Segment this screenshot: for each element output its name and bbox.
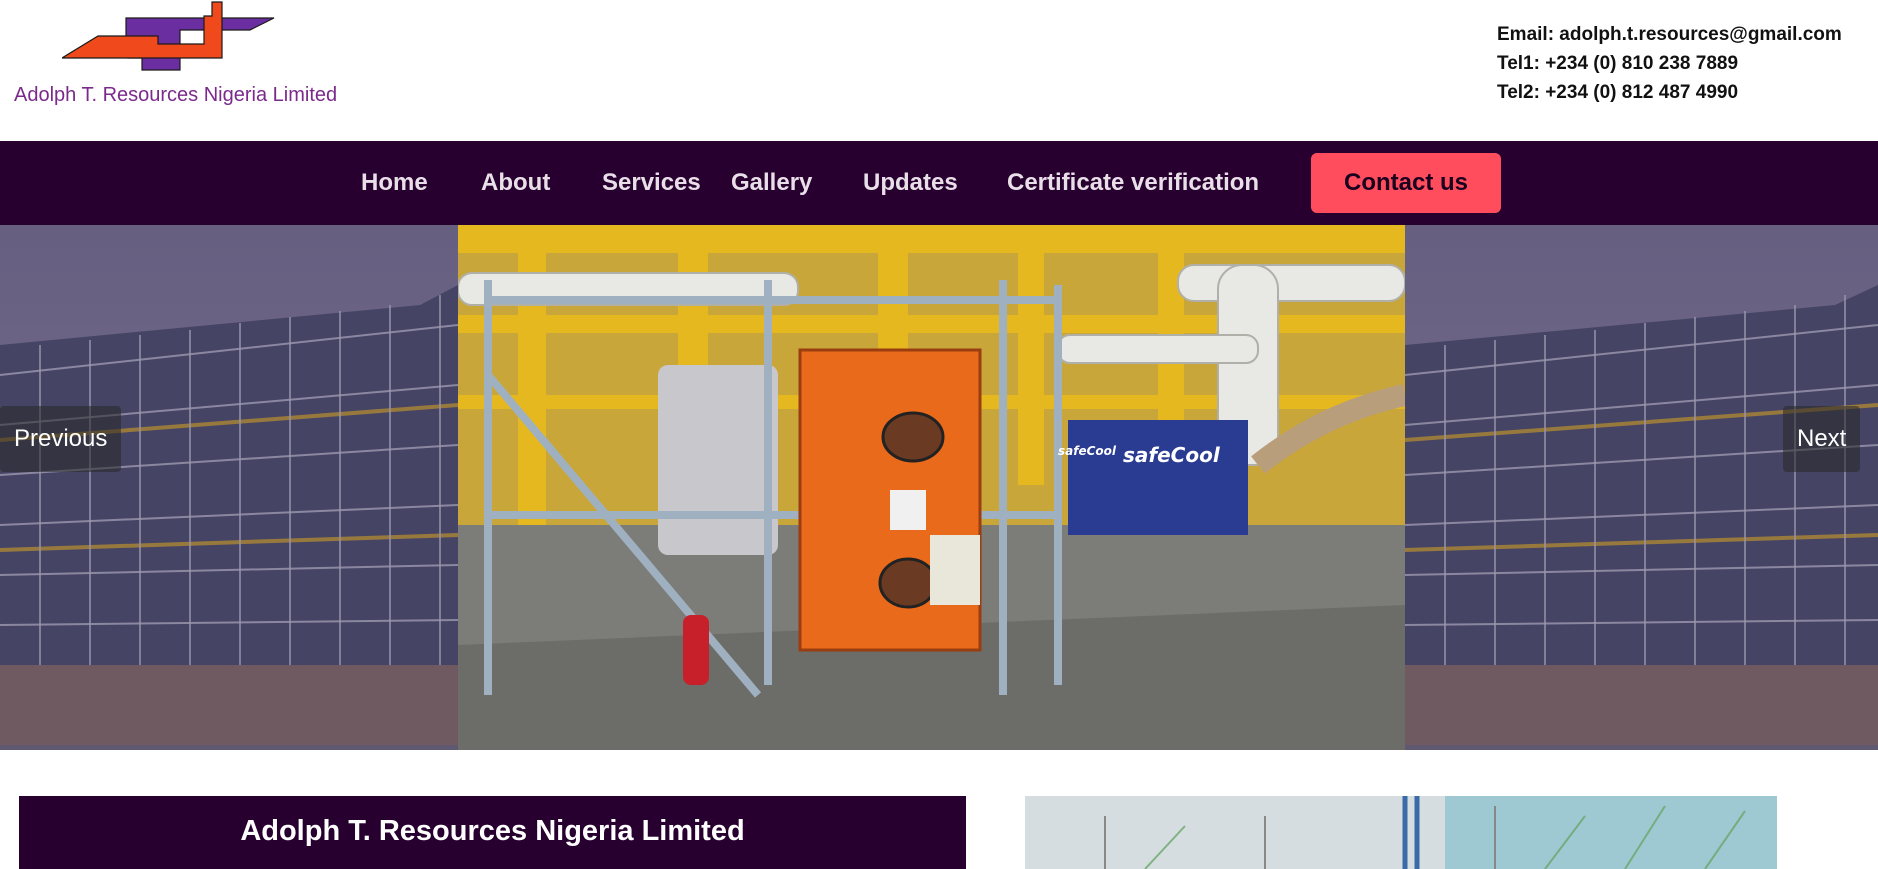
nav-updates[interactable]: Updates	[863, 141, 958, 225]
contact-info: Email: adolph.t.resources@gmail.com Tel1…	[1497, 20, 1842, 107]
company-name: Adolph T. Resources Nigeria Limited	[14, 84, 338, 106]
carousel-next-button[interactable]: Next	[1783, 406, 1861, 472]
tel1-text[interactable]: Tel1: +234 (0) 810 238 7889	[1497, 49, 1842, 78]
carousel-next-slide	[1405, 225, 1878, 745]
safecool-label: safeCool	[1123, 443, 1221, 467]
contact-us-button[interactable]: Contact us	[1311, 153, 1501, 213]
image-carousel: safeCool safeCool Previous Next	[0, 225, 1878, 750]
about-section-card: Adolph T. Resources Nigeria Limited	[19, 796, 966, 869]
carousel-active-slide: safeCool safeCool	[458, 225, 1405, 750]
email-text[interactable]: Email: adolph.t.resources@gmail.com	[1497, 20, 1842, 49]
nav-certificate-verification[interactable]: Certificate verification	[1007, 141, 1259, 225]
about-section-title: Adolph T. Resources Nigeria Limited	[240, 815, 745, 847]
site-header: Adolph T. Resources Nigeria Limited Emai…	[0, 0, 1878, 141]
industrial-site-image: safeCool safeCool	[458, 225, 1405, 750]
carousel-prev-slide	[0, 225, 458, 745]
company-logo-icon[interactable]	[62, 0, 277, 72]
safecool-label-2: safeCool	[1058, 444, 1117, 458]
tel2-text[interactable]: Tel2: +234 (0) 812 487 4990	[1497, 78, 1842, 107]
scaffolding-photo-image	[1025, 796, 1777, 869]
nav-about[interactable]: About	[481, 141, 550, 225]
scaffolding-photo	[1025, 796, 1777, 869]
main-nav: Home About Services Gallery Updates Cert…	[0, 141, 1878, 225]
nav-gallery[interactable]: Gallery	[731, 141, 812, 225]
nav-home[interactable]: Home	[361, 141, 428, 225]
carousel-previous-button[interactable]: Previous	[0, 406, 122, 472]
nav-services[interactable]: Services	[602, 141, 701, 225]
